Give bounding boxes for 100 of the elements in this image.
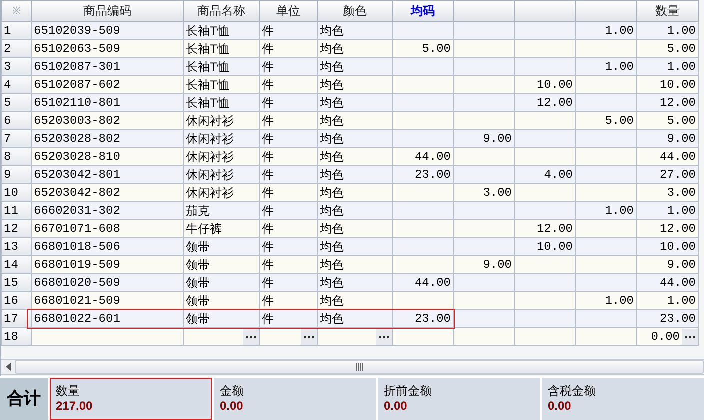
table-cell-text: 件 bbox=[261, 274, 275, 290]
table-cell-text: 件 bbox=[261, 202, 275, 218]
table-cell-text: 均色 bbox=[319, 274, 345, 290]
table-cell-text: 9.00 bbox=[666, 130, 697, 146]
row-number: 7 bbox=[2, 130, 32, 148]
column-header[interactable]: 商品编码 bbox=[32, 0, 184, 22]
table-cell-text: 23.00 bbox=[658, 310, 697, 326]
table-cell-text: 件 bbox=[261, 76, 275, 92]
table-cell-text: 65102063-509 bbox=[33, 40, 122, 56]
table-cell-text: 65102039-509 bbox=[33, 22, 122, 38]
table-cell-text: 65203003-802 bbox=[33, 112, 122, 128]
row-number: 6 bbox=[2, 112, 32, 130]
row-number: 12 bbox=[2, 220, 32, 238]
browse-button[interactable] bbox=[301, 328, 317, 344]
table-cell-text: 长袖T恤 bbox=[185, 94, 230, 110]
table-cell-text: 65102087-301 bbox=[33, 58, 122, 74]
total-value: 217.00 bbox=[56, 399, 94, 414]
table-cell-text: 10.00 bbox=[658, 76, 697, 92]
table-cell-text: 均色 bbox=[319, 202, 345, 218]
row-number: 14 bbox=[2, 256, 32, 274]
table-cell-text: 休闲衬衫 bbox=[185, 166, 235, 182]
table-cell-text: 均色 bbox=[319, 256, 345, 272]
table-cell-text: 领带 bbox=[185, 292, 211, 308]
table-cell-text: 领带 bbox=[185, 310, 211, 326]
table-cell-text: 66701071-608 bbox=[33, 220, 122, 236]
table-cell-text: 66801019-509 bbox=[33, 256, 122, 272]
table-cell-text: 10.00 bbox=[536, 76, 574, 92]
browse-button[interactable] bbox=[682, 328, 698, 344]
table-cell-text: 44.00 bbox=[414, 274, 452, 290]
table-cell-text: 44.00 bbox=[414, 148, 452, 164]
table-cell-text: 件 bbox=[261, 148, 275, 164]
table-cell-text: 1.00 bbox=[666, 22, 697, 38]
table-cell-text: 牛仔裤 bbox=[185, 220, 223, 236]
table-cell-text: 44.00 bbox=[658, 148, 697, 164]
row-number: 2 bbox=[2, 40, 32, 58]
table-cell-text: 66602031-302 bbox=[33, 202, 122, 218]
table-cell-text: 12.00 bbox=[658, 220, 697, 236]
row-number: 8 bbox=[2, 148, 32, 166]
row-number: 13 bbox=[2, 238, 32, 256]
table-cell-text: 9.00 bbox=[482, 256, 513, 272]
table-cell-text: 长袖T恤 bbox=[185, 58, 230, 74]
table-cell-text: 均色 bbox=[319, 238, 345, 254]
table-cell-text: 件 bbox=[261, 58, 275, 74]
row-number: 4 bbox=[2, 76, 32, 94]
table-cell-text: 件 bbox=[261, 40, 275, 56]
row-number: 10 bbox=[2, 184, 32, 202]
table-cell-text: 件 bbox=[261, 130, 275, 146]
grip-icon bbox=[356, 363, 363, 371]
table-cell-text: 均色 bbox=[319, 76, 345, 92]
table-cell-text: 件 bbox=[261, 238, 275, 254]
table-cell-text: 休闲衬衫 bbox=[185, 184, 235, 200]
table-cell-text: 1.00 bbox=[604, 292, 635, 308]
row-number: 9 bbox=[2, 166, 32, 184]
total-label: 折前金额 bbox=[384, 384, 433, 399]
table-cell-text: 均色 bbox=[319, 184, 345, 200]
table-cell-text: 12.00 bbox=[536, 220, 574, 236]
table-cell-text: 均色 bbox=[319, 22, 345, 38]
table-cell-text: 1.00 bbox=[666, 58, 697, 74]
table-cell-text: 23.00 bbox=[414, 310, 452, 326]
row-number: 3 bbox=[2, 58, 32, 76]
table-cell-text: 均色 bbox=[319, 292, 345, 308]
table-cell-text: 件 bbox=[261, 310, 275, 326]
table-cell-text: 领带 bbox=[185, 256, 211, 272]
table-cell-text: 66801018-506 bbox=[33, 238, 122, 254]
table-cell-text: 65203028-810 bbox=[33, 148, 122, 164]
table-cell-text: 66801021-509 bbox=[33, 292, 122, 308]
table-cell-text: 均色 bbox=[319, 130, 345, 146]
table-cell-text: 10.00 bbox=[536, 238, 574, 254]
total-value: 0.00 bbox=[548, 399, 572, 414]
row-number: 16 bbox=[2, 292, 32, 310]
table-cell-text: 5.00 bbox=[421, 40, 452, 56]
table-cell-text: 均色 bbox=[319, 94, 345, 110]
table-cell-text: 均色 bbox=[319, 310, 345, 326]
table-cell-text: 件 bbox=[261, 112, 275, 128]
table-cell-text: 0.00 bbox=[650, 328, 681, 344]
table-cell-text: 23.00 bbox=[414, 166, 452, 182]
table-cell-text: 5.00 bbox=[604, 112, 635, 128]
table-cell-text: 27.00 bbox=[658, 166, 697, 182]
table-cell-text: 1.00 bbox=[604, 22, 635, 38]
table-cell-text: 长袖T恤 bbox=[185, 40, 230, 56]
browse-button[interactable] bbox=[376, 328, 392, 344]
table-cell-text: 领带 bbox=[185, 238, 211, 254]
table-cell-text: 5.00 bbox=[666, 40, 697, 56]
table-cell-text: 均色 bbox=[319, 40, 345, 56]
browse-button[interactable] bbox=[243, 328, 259, 344]
row-number: 11 bbox=[2, 202, 32, 220]
totals-label: 合计 bbox=[0, 378, 48, 420]
table-cell-text: 65203042-802 bbox=[33, 184, 122, 200]
table-cell-text: 9.00 bbox=[666, 256, 697, 272]
table-cell-text: 领带 bbox=[185, 274, 211, 290]
table-cell-text: 均色 bbox=[319, 58, 345, 74]
table-cell-text: 1.00 bbox=[666, 292, 697, 308]
table-cell-text: 件 bbox=[261, 220, 275, 236]
table-cell-text: 长袖T恤 bbox=[185, 76, 230, 92]
table-cell-text: 1.00 bbox=[604, 202, 635, 218]
corner-header: ※ bbox=[2, 0, 32, 22]
table-cell-text: 件 bbox=[261, 94, 275, 110]
table-cell-text: 件 bbox=[261, 22, 275, 38]
table-cell-text: 1.00 bbox=[666, 202, 697, 218]
scroll-left-icon[interactable] bbox=[6, 363, 11, 371]
